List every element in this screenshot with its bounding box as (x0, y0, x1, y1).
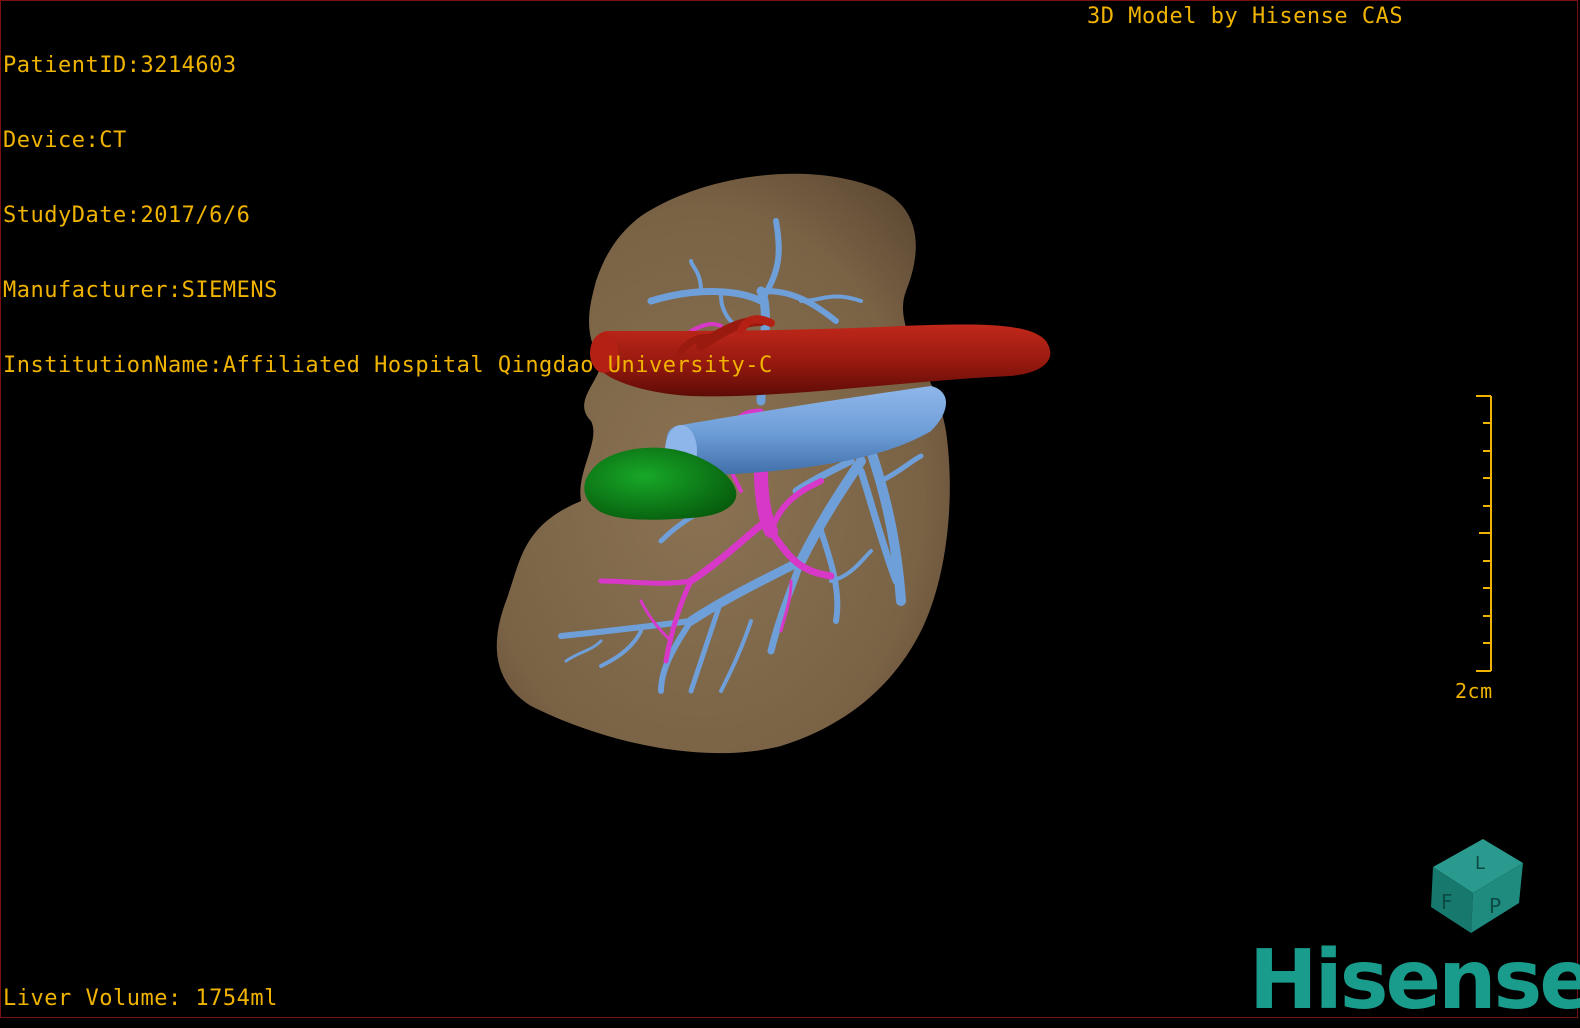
scale-bar (1476, 395, 1492, 672)
device: Device:CT (3, 128, 127, 153)
liver-volume: Liver Volume: 1754ml (3, 986, 278, 1011)
cube-face-front: F (1441, 890, 1453, 914)
cube-face-left: L (1475, 853, 1485, 874)
model-credit: 3D Model by Hisense CAS (1087, 4, 1404, 29)
orientation-cube[interactable]: F L P (1431, 839, 1523, 933)
scale-bar-label: 2cm (1455, 679, 1493, 703)
hisense-logo: Hisense (1249, 933, 1580, 1028)
cube-face-posterior: P (1489, 894, 1501, 918)
study-date: StudyDate:2017/6/6 (3, 203, 251, 228)
dicom-metadata: PatientID:3214603 Device:CT StudyDate:20… (3, 3, 773, 428)
manufacturer: Manufacturer:SIEMENS (3, 278, 278, 303)
institution-name: InstitutionName:Affiliated Hospital Qing… (3, 353, 773, 378)
3d-viewport[interactable]: F L P PatientID:3214603 Device:CT StudyD… (0, 0, 1580, 1028)
patient-id: PatientID:3214603 (3, 53, 237, 78)
